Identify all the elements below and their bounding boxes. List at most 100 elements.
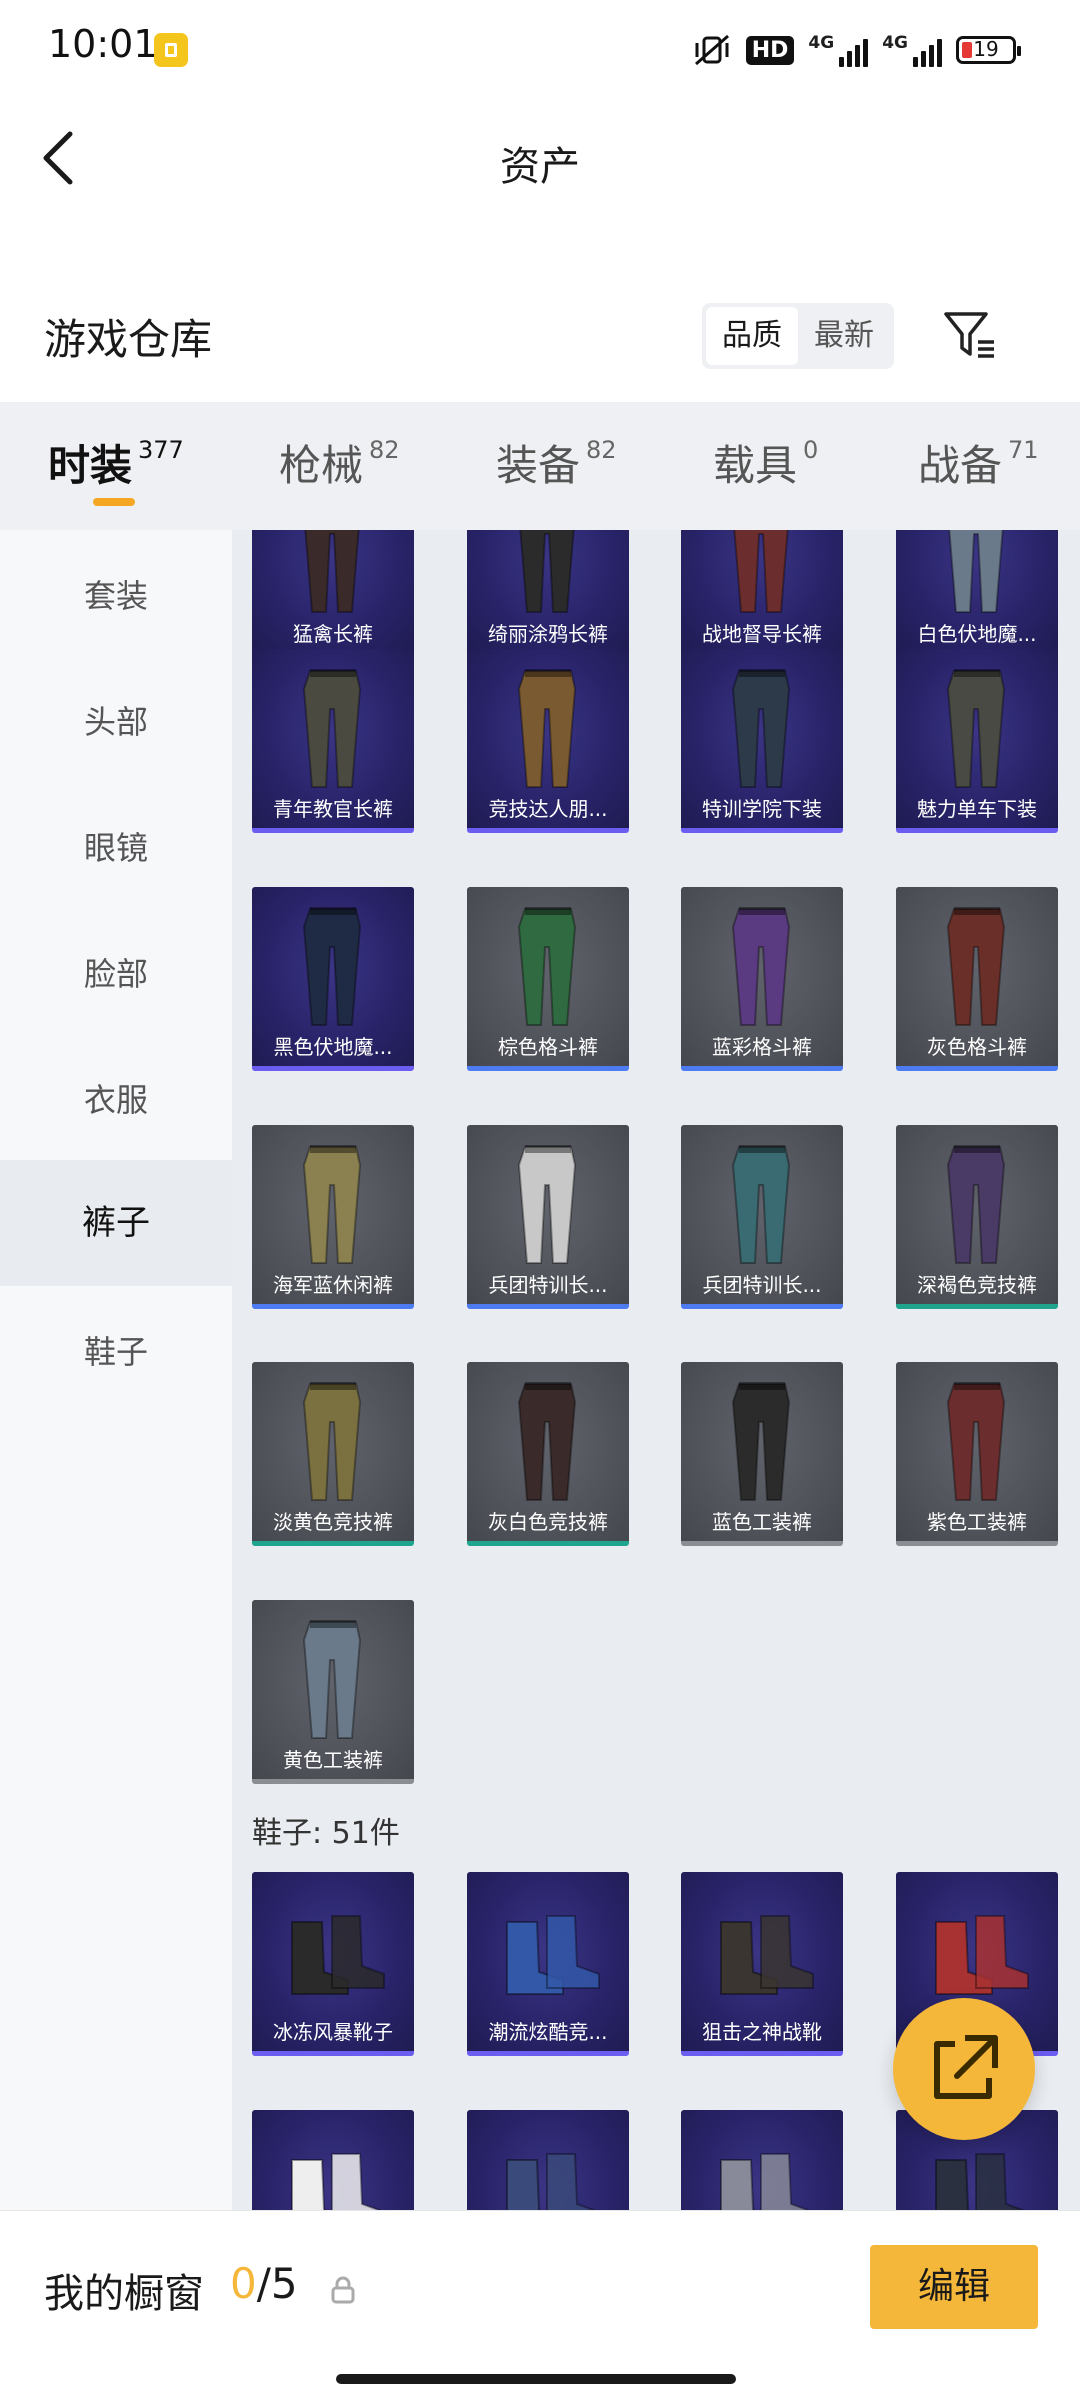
item-label: 绮丽涂鸦长裤 [488, 622, 608, 646]
lock-icon [331, 2276, 355, 2304]
pants-icon [302, 1145, 362, 1264]
item-label: 灰色格斗裤 [927, 1035, 1027, 1059]
page-title: 资产 [500, 144, 580, 190]
shoes-icon [720, 2153, 811, 2210]
item-label: 狙击之神战靴 [702, 2020, 822, 2044]
app-notification-icon [154, 33, 188, 67]
pants-item-card[interactable]: 淡黄色竞技裤 [252, 1362, 414, 1546]
home-indicator[interactable] [336, 2374, 736, 2384]
showcase-count: 0/5 [230, 2259, 298, 2308]
pants-item-card[interactable]: 竞技达人朋... [467, 649, 629, 833]
sidebar-item-head[interactable]: 头部 [0, 659, 232, 785]
pants-item-card[interactable]: 战地督导长裤 [681, 530, 843, 658]
sort-quality-button[interactable]: 品质 [706, 307, 798, 365]
pants-item-card[interactable]: 蓝色工装裤 [681, 1362, 843, 1546]
shoes-item-card[interactable]: 冰冻风暴靴子 [252, 1872, 414, 2056]
item-label: 海军蓝休闲裤 [273, 1273, 393, 1297]
status-icons: HD 4G 4G 19 [692, 28, 1021, 72]
sidebar-item-outfit[interactable]: 套装 [0, 533, 232, 659]
pants-item-card[interactable]: 白色伏地魔... [896, 530, 1058, 658]
item-label: 紫色工装裤 [927, 1510, 1027, 1534]
edit-button[interactable]: 编辑 [870, 2245, 1038, 2329]
pants-icon [517, 1382, 577, 1501]
sidebar-item-face[interactable]: 脸部 [0, 911, 232, 1037]
header: 资产 [0, 100, 1080, 230]
share-button[interactable] [893, 1998, 1035, 2140]
item-label: 战地督导长裤 [702, 622, 822, 646]
pants-item-card[interactable]: 猛禽长裤 [252, 530, 414, 658]
item-label: 魅力单车下装 [917, 797, 1037, 821]
tab-vehicles[interactable]: 载具 0 [713, 432, 818, 512]
item-label: 特训学院下装 [702, 797, 822, 821]
pants-item-card[interactable]: 深褐色竞技裤 [896, 1125, 1058, 1309]
item-label: 黑色伏地魔... [273, 1035, 393, 1059]
category-tabs: 时装 377 枪械 82 装备 82 载具 0 战备 71 [0, 402, 1080, 530]
shoes-item-card[interactable]: 狙击之神战靴 [681, 1872, 843, 2056]
pants-icon [517, 1145, 577, 1264]
item-label: 淡黄色竞技裤 [273, 1510, 393, 1534]
pants-icon [302, 907, 362, 1026]
status-bar: 10:01 HD 4G 4G 19 [0, 0, 1080, 100]
hd-voice-icon: HD [745, 35, 795, 65]
tab-supplies[interactable]: 战备 71 [918, 432, 1039, 512]
item-label: 冰冻风暴靴子 [273, 2020, 393, 2044]
pants-item-card[interactable]: 兵团特训长... [681, 1125, 843, 1309]
tab-equipment[interactable]: 装备 82 [496, 432, 617, 512]
item-grid: 鞋子: 51件 猛禽长裤 绮丽涂鸦长裤 战地督导长裤 白色伏地魔... 青年教官长裤 竞技… [232, 530, 1080, 2210]
item-label: 蓝彩格斗裤 [712, 1035, 812, 1059]
shoes-item-card[interactable] [252, 2110, 414, 2210]
pants-item-card[interactable]: 青年教官长裤 [252, 649, 414, 833]
warehouse-title: 游戏仓库 [44, 315, 213, 364]
filter-button[interactable] [940, 306, 1000, 366]
pants-item-card[interactable]: 灰白色竞技裤 [467, 1362, 629, 1546]
sidebar-item-glasses[interactable]: 眼镜 [0, 785, 232, 911]
bottom-bar: 我的橱窗 0/5 编辑 [0, 2210, 1080, 2401]
pants-item-card[interactable]: 特训学院下装 [681, 649, 843, 833]
tab-firearms[interactable]: 枪械 82 [279, 432, 400, 512]
pants-item-card[interactable]: 魅力单车下装 [896, 649, 1058, 833]
pants-item-card[interactable]: 兵团特训长... [467, 1125, 629, 1309]
pants-icon [733, 530, 789, 613]
pants-item-card[interactable]: 棕色格斗裤 [467, 887, 629, 1071]
external-link-icon [934, 2035, 998, 2099]
pants-item-card[interactable]: 海军蓝休闲裤 [252, 1125, 414, 1309]
pants-item-card[interactable]: 灰色格斗裤 [896, 887, 1058, 1071]
sidebar-item-pants[interactable]: 裤子 [0, 1160, 232, 1286]
sidebar-item-clothes[interactable]: 衣服 [0, 1037, 232, 1163]
shoes-item-card[interactable]: 潮流炫酷竞... [467, 1872, 629, 2056]
pants-icon [302, 669, 362, 788]
sidebar-item-shoes[interactable]: 鞋子 [0, 1289, 232, 1415]
pants-icon [946, 907, 1006, 1026]
shoes-icon [506, 2153, 597, 2210]
shoes-icon [720, 1915, 814, 1995]
pants-item-card[interactable]: 绮丽涂鸦长裤 [467, 530, 629, 658]
signal-icon-2: 4G [882, 33, 942, 67]
shoes-item-card[interactable] [467, 2110, 629, 2210]
pants-item-card[interactable]: 黑色伏地魔... [252, 887, 414, 1071]
item-label: 白色伏地魔... [917, 622, 1037, 646]
pants-icon [946, 669, 1006, 788]
battery-icon: 19 [956, 36, 1021, 64]
pants-icon [517, 669, 577, 788]
pants-icon [302, 1382, 362, 1501]
shoes-icon [291, 2153, 382, 2210]
item-label: 灰白色竞技裤 [488, 1510, 608, 1534]
shoes-section-label: 鞋子: 51件 [252, 1816, 400, 1851]
sort-newest-button[interactable]: 最新 [798, 307, 890, 365]
shoes-item-card[interactable] [681, 2110, 843, 2210]
pants-item-card[interactable]: 黄色工装裤 [252, 1600, 414, 1784]
pants-item-card[interactable]: 蓝彩格斗裤 [681, 887, 843, 1071]
pants-item-card[interactable]: 紫色工装裤 [896, 1362, 1058, 1546]
item-label: 蓝色工装裤 [712, 1510, 812, 1534]
pants-icon [302, 1620, 362, 1739]
item-label: 猛禽长裤 [293, 622, 373, 646]
pants-icon [731, 1145, 791, 1264]
sort-toggle: 品质 最新 [702, 303, 894, 369]
pants-icon [731, 1382, 791, 1501]
signal-icon-1: 4G [808, 33, 869, 67]
shoes-icon [291, 1915, 385, 1995]
pants-icon [948, 530, 1004, 613]
item-label: 深褐色竞技裤 [917, 1273, 1037, 1297]
filter-icon [944, 312, 994, 358]
status-time: 10:01 [48, 22, 158, 66]
